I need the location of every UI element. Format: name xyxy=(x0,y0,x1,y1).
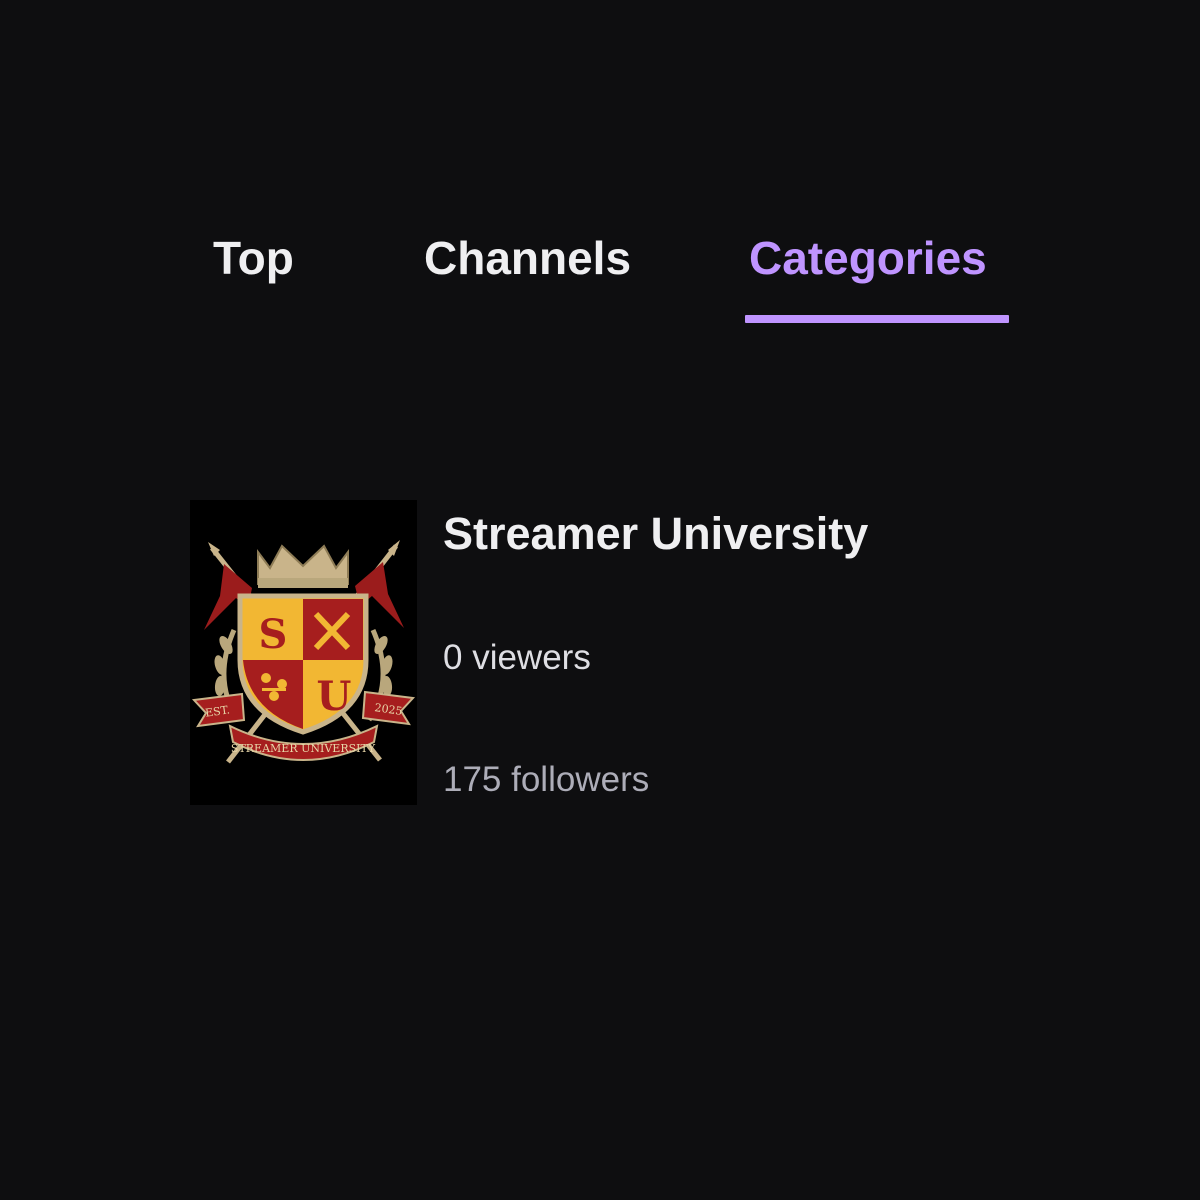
svg-text:STREAMER UNIVERSITY: STREAMER UNIVERSITY xyxy=(231,742,376,755)
category-title[interactable]: Streamer University xyxy=(443,506,868,562)
viewer-count: 0 viewers xyxy=(443,638,591,677)
tab-categories-label: Categories xyxy=(749,232,987,284)
search-results-page: Top Channels Categories S U EST. 2025 ST… xyxy=(0,0,1200,1200)
tab-top-label: Top xyxy=(213,232,294,284)
follower-count: 175 followers xyxy=(443,760,650,799)
search-tabs: Top Channels Categories xyxy=(0,222,1200,332)
svg-text:S: S xyxy=(259,611,288,658)
tab-top[interactable]: Top xyxy=(213,222,294,322)
university-crest-icon: S U EST. 2025 STREAMER UNIVERSITY xyxy=(190,500,417,805)
tab-channels[interactable]: Channels xyxy=(424,222,631,322)
svg-text:U: U xyxy=(317,673,352,720)
category-result-item[interactable]: S U EST. 2025 STREAMER UNIVERSITY Stream… xyxy=(190,500,1010,806)
tab-categories[interactable]: Categories xyxy=(745,222,1009,323)
category-box-art[interactable]: S U EST. 2025 STREAMER UNIVERSITY xyxy=(190,500,417,805)
active-tab-indicator xyxy=(745,315,1009,323)
tab-channels-label: Channels xyxy=(424,232,632,284)
